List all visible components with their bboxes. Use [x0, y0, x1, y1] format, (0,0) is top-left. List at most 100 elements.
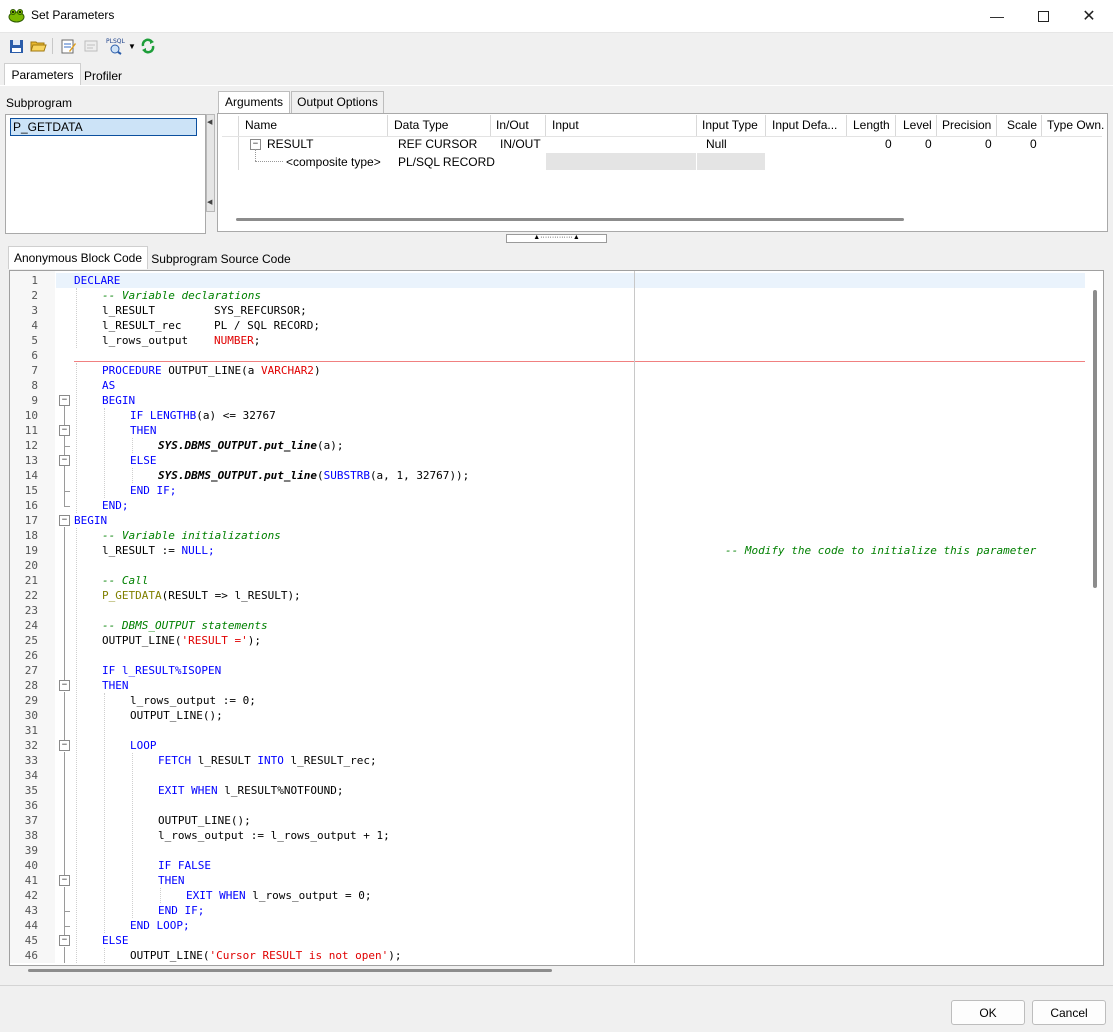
cancel-button[interactable]: Cancel	[1032, 1000, 1106, 1025]
plsql-profiler-button[interactable]: PLSQL	[105, 37, 129, 55]
grid-header-name[interactable]: Name	[245, 118, 277, 132]
tab-profiler[interactable]: Profiler	[76, 65, 130, 87]
open-button[interactable]	[29, 37, 47, 55]
grid-header-input-type[interactable]: Input Type	[702, 118, 758, 132]
grid-row-selector	[222, 116, 239, 170]
debug-button[interactable]	[82, 37, 100, 55]
line-number: 40	[24, 859, 38, 872]
code-line-5: l_rows_output NUMBER;	[102, 334, 261, 347]
grid-header-input[interactable]: Input	[552, 118, 579, 132]
grid-header-length[interactable]: Length	[853, 118, 890, 132]
code-line-27: IF l_RESULT%ISOPEN	[102, 664, 222, 677]
grid-header-level[interactable]: Level	[903, 118, 932, 132]
refresh-icon	[141, 38, 155, 54]
line-number: 38	[24, 829, 38, 842]
grid-cell-input-type[interactable]: Null	[706, 137, 727, 151]
grid-cell-name[interactable]: RESULT	[267, 137, 313, 151]
save-button[interactable]	[7, 37, 25, 55]
code-line-16: END;	[102, 499, 129, 512]
grid-cell-length[interactable]: 0	[885, 137, 892, 151]
code-line-32: LOOP	[130, 739, 157, 752]
code-line-12: SYS.DBMS_OUTPUT.put_line(a);	[158, 439, 344, 452]
grid-cell-scale[interactable]: 0	[1030, 137, 1037, 151]
grid-header-precision[interactable]: Precision	[942, 118, 991, 132]
grid-cell-data-type[interactable]: REF CURSOR	[398, 137, 477, 151]
tree-line	[255, 161, 283, 163]
subprogram-item[interactable]: P_GETDATA	[10, 118, 197, 136]
code-line-22: P_GETDATA(RESULT => l_RESULT);	[102, 589, 301, 602]
code-line-14: SYS.DBMS_OUTPUT.put_line(SUBSTRB(a, 1, 3…	[158, 469, 470, 482]
grid-cell-in-out[interactable]: IN/OUT	[500, 137, 541, 151]
grid-cell-name-composite[interactable]: <composite type>	[286, 155, 381, 169]
fold-line	[64, 527, 65, 682]
line-number: 1	[31, 274, 38, 287]
grid-horizontal-scrollbar[interactable]	[236, 218, 904, 221]
frog-app-icon	[8, 8, 25, 23]
code-line-8: AS	[102, 379, 116, 392]
grid-header-scale[interactable]: Scale	[1007, 118, 1037, 132]
line-number: 18	[24, 529, 38, 542]
refresh-button[interactable]	[139, 37, 157, 55]
splitter-left-arrow-icon-bottom[interactable]: ◀	[207, 198, 212, 206]
fold-collapse-icon[interactable]: −	[59, 395, 70, 406]
maximize-icon	[1037, 10, 1049, 22]
grid-col-sep	[895, 115, 896, 137]
line-number: 6	[31, 349, 38, 362]
line-number: 4	[31, 319, 38, 332]
grid-col-sep	[696, 115, 697, 137]
line-number: 22	[24, 589, 38, 602]
maximize-button[interactable]	[1020, 0, 1066, 32]
minimize-button[interactable]: —	[974, 0, 1020, 32]
line-number: 24	[24, 619, 38, 632]
fold-collapse-icon[interactable]: −	[59, 515, 70, 526]
code-line-25: OUTPUT_LINE('RESULT =');	[102, 634, 261, 647]
code-line-3: l_RESULT SYS_REFCURSOR;	[102, 304, 307, 317]
grid-header-input-default[interactable]: Input Defa...	[772, 118, 837, 132]
save-icon	[9, 39, 23, 53]
grid-cell-level[interactable]: 0	[925, 137, 932, 151]
fold-collapse-icon[interactable]: −	[59, 680, 70, 691]
tab-subprogram-source-code[interactable]: Subprogram Source Code	[150, 248, 292, 270]
line-number: 37	[24, 814, 38, 827]
fold-end-marker	[64, 926, 70, 927]
line-number: 34	[24, 769, 38, 782]
horizontal-splitter[interactable]: ▲··············▲	[506, 234, 607, 243]
code-line-40: IF FALSE	[158, 859, 211, 872]
tab-arguments[interactable]: Arguments	[218, 91, 290, 113]
grid-header-data-type[interactable]: Data Type	[394, 118, 448, 132]
line-number: 44	[24, 919, 38, 932]
edit-params-icon	[61, 39, 76, 54]
grid-cell-precision[interactable]: 0	[985, 137, 992, 151]
fold-collapse-icon[interactable]: −	[59, 425, 70, 436]
grid-col-sep	[846, 115, 847, 137]
editor-vertical-scrollbar[interactable]	[1093, 290, 1097, 588]
grid-header-type-owner[interactable]: Type Own.	[1047, 118, 1104, 132]
code-line-19: l_RESULT := NULL;	[102, 544, 215, 557]
code-line-33: FETCH l_RESULT INTO l_RESULT_rec;	[158, 754, 377, 767]
code-line-43: END IF;	[158, 904, 205, 917]
fold-collapse-icon[interactable]: −	[59, 740, 70, 751]
fold-collapse-icon[interactable]: −	[59, 935, 70, 946]
ok-button[interactable]: OK	[951, 1000, 1025, 1025]
code-line-38: l_rows_output := l_rows_output + 1;	[158, 829, 390, 842]
close-button[interactable]: ✕	[1066, 0, 1112, 32]
grid-col-sep	[490, 115, 491, 137]
splitter-left-arrow-icon[interactable]: ◀	[207, 118, 212, 126]
grid-cell-data-type-composite[interactable]: PL/SQL RECORD	[398, 155, 495, 169]
tab-output-options[interactable]: Output Options	[291, 91, 384, 114]
code-line-29: l_rows_output := 0;	[130, 694, 256, 707]
grid-header-in-out[interactable]: In/Out	[496, 118, 529, 132]
line-number: 10	[24, 409, 38, 422]
tab-parameters[interactable]: Parameters	[4, 63, 81, 86]
tab-anonymous-block-code[interactable]: Anonymous Block Code	[8, 246, 148, 269]
code-line-17: BEGIN	[74, 514, 108, 527]
grid-col-sep	[1041, 115, 1042, 137]
editor-horizontal-scrollbar[interactable]	[28, 969, 552, 972]
line-number: 19	[24, 544, 38, 557]
plsql-dropdown-chevron-icon[interactable]: ▼	[128, 42, 136, 51]
window-title: Set Parameters	[31, 8, 115, 22]
open-folder-icon	[29, 41, 47, 52]
edit-params-button[interactable]	[59, 37, 77, 55]
fold-collapse-icon[interactable]: −	[59, 875, 70, 886]
fold-collapse-icon[interactable]: −	[59, 455, 70, 466]
